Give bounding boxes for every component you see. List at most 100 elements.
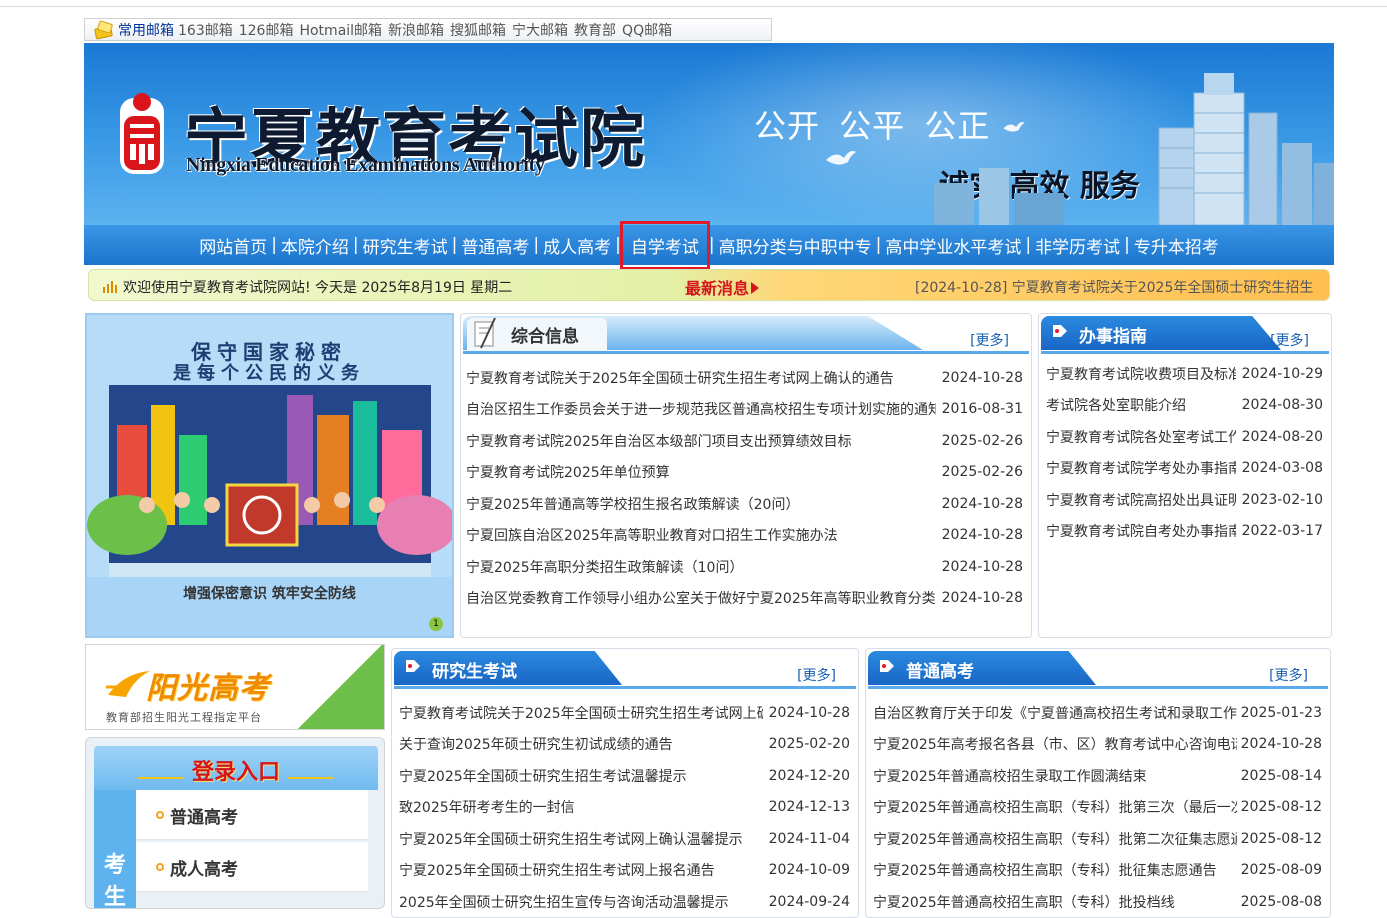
list-item[interactable]: 宁夏2025年高职分类招生政策解读（10问） 2024-10-28	[466, 551, 1027, 583]
slideshow-pager-dot[interactable]: 1	[429, 617, 443, 631]
list-item-title[interactable]: 自治区党委教育工作领导小组办公室关于做好宁夏2025年高等职业教育分类招生工作的…	[466, 588, 936, 608]
list-item-title[interactable]: 宁夏2025年全国硕士研究生招生考试网上报名通告	[399, 860, 715, 880]
list-item-title[interactable]: 宁夏2025年高考报名各县（市、区）教育考试中心咨询电话	[873, 734, 1237, 754]
list-item[interactable]: 自治区党委教育工作领导小组办公室关于做好宁夏2025年高等职业教育分类招生工作的…	[466, 583, 1027, 615]
list-item-title[interactable]: 宁夏2025年普通高校招生高职（专科）批第二次征集志愿通告	[873, 829, 1237, 849]
list-item[interactable]: 宁夏教育考试院收费项目及标准 2024-10-29	[1046, 358, 1327, 390]
login-item-adult[interactable]: 成人高考	[136, 842, 368, 892]
list-item-title[interactable]: 自治区招生工作委员会关于进一步规范我区普通高校招生专项计划实施的通知	[466, 399, 936, 419]
mail-link[interactable]: 教育部	[574, 23, 616, 39]
list-item[interactable]: 宁夏教育考试院自考处办事指南 2022-03-17	[1046, 516, 1327, 548]
list-item[interactable]: 宁夏教育考试院2025年自治区本级部门项目支出预算绩效目标 2025-02-26	[466, 425, 1027, 457]
list-item[interactable]: 2025年全国硕士研究生招生宣传与咨询活动温馨提示 2024-09-24	[399, 886, 854, 918]
list-item-date: 2024-10-28	[941, 590, 1023, 607]
list-item[interactable]: 宁夏教育考试院学考处办事指南 2024-03-08	[1046, 453, 1327, 485]
nav-item[interactable]: 自学考试	[619, 220, 710, 270]
general-info-more-link[interactable]: [更多]	[970, 330, 1009, 350]
secrecy-poster-image[interactable]: 保守国家秘密 是每个公民的义务	[87, 315, 452, 577]
list-item[interactable]: 宁夏2025年全国硕士研究生招生考试网上报名通告 2024-10-09	[399, 855, 854, 887]
nav-item[interactable]: 研究生考试	[361, 233, 450, 258]
mail-link[interactable]: 163邮箱	[178, 23, 233, 39]
list-item[interactable]: 宁夏2025年普通高校招生高职（专科）批投档线 2025-08-08	[873, 886, 1326, 918]
list-item[interactable]: 宁夏2025年普通高校招生录取工作圆满结束 2025-08-14	[873, 760, 1326, 792]
list-item[interactable]: 宁夏2025年普通高校招生高职（专科）批征集志愿通告 2025-08-09	[873, 855, 1326, 887]
list-item-title[interactable]: 宁夏教育考试院2025年自治区本级部门项目支出预算绩效目标	[466, 431, 852, 451]
list-item[interactable]: 宁夏2025年全国硕士研究生招生考试温馨提示 2024-12-20	[399, 760, 854, 792]
postgrad-more-link[interactable]: [更多]	[797, 665, 836, 685]
list-item[interactable]: 宁夏回族自治区2025年高等职业教育对口招生工作实施办法 2024-10-28	[466, 520, 1027, 552]
list-item[interactable]: 宁夏2025年全国硕士研究生招生考试网上确认温馨提示 2024-11-04	[399, 823, 854, 855]
list-item[interactable]: 自治区教育厅关于印发《宁夏普通高校招生考试和录取工作实施方案》的通知2025-0…	[873, 697, 1326, 729]
list-item-title[interactable]: 宁夏教育考试院关于2025年全国硕士研究生招生考试网上确认的通告	[466, 368, 894, 388]
list-item-date: 2024-10-09	[768, 862, 850, 879]
list-item[interactable]: 宁夏2025年普通高校招生高职（专科）批第二次征集志愿通告 2025-08-12	[873, 823, 1326, 855]
slideshow[interactable]: 保守国家秘密 是每个公民的义务 增强保密意识 筑牢安全防线 1	[85, 313, 454, 638]
slideshow-caption[interactable]: 增强保密意识 筑牢安全防线	[87, 583, 452, 603]
list-item-title[interactable]: 宁夏教育考试院收费项目及标准	[1046, 364, 1236, 384]
list-item[interactable]: 致2025年研考考生的一封信 2024-12-13	[399, 792, 854, 824]
list-item-title[interactable]: 宁夏2025年全国硕士研究生招生考试网上确认温馨提示	[399, 829, 743, 849]
list-item[interactable]: 宁夏2025年高考报名各县（市、区）教育考试中心咨询电话 2024-10-28	[873, 729, 1326, 761]
bullet-icon	[156, 811, 164, 819]
list-item[interactable]: 考试院各处室职能介绍 2024-08-30	[1046, 390, 1327, 422]
list-item-title[interactable]: 宁夏2025年普通高校招生高职（专科）批第三次（最后一次）征集志愿通告	[873, 797, 1237, 817]
list-item-title[interactable]: 宁夏回族自治区2025年高等职业教育对口招生工作实施办法	[466, 525, 838, 545]
list-item-title[interactable]: 自治区教育厅关于印发《宁夏普通高校招生考试和录取工作实施方案》的通知	[873, 703, 1237, 723]
list-item-title[interactable]: 宁夏教育考试院各处室考试工作联系电话	[1046, 427, 1236, 447]
nav-item[interactable]: 普通高考	[459, 233, 531, 258]
list-item[interactable]: 宁夏教育考试院关于2025年全国硕士研究生招生考试网上确认的通告 2024-10-…	[399, 697, 854, 729]
list-item-date: 2024-10-28	[941, 558, 1023, 575]
nav-item[interactable]: 专升本招考	[1132, 233, 1221, 258]
list-item[interactable]: 自治区招生工作委员会关于进一步规范我区普通高校招生专项计划实施的通知 2016-0…	[466, 394, 1027, 426]
list-item-title[interactable]: 宁夏2025年普通高校招生高职（专科）批征集志愿通告	[873, 860, 1217, 880]
list-item[interactable]: 关于查询2025年硕士研究生初试成绩的通告 2025-02-20	[399, 729, 854, 761]
nav-item[interactable]: 成人高考	[541, 233, 613, 258]
gaokao-more-link[interactable]: [更多]	[1269, 665, 1308, 685]
mail-link[interactable]: 126邮箱	[239, 23, 294, 39]
postgrad-list: 宁夏教育考试院关于2025年全国硕士研究生招生考试网上确认的通告 2024-10-…	[392, 697, 858, 918]
nav-item[interactable]: 非学历考试	[1033, 233, 1122, 258]
list-item-title[interactable]: 宁夏2025年普通高等学校招生报名政策解读（20问）	[466, 494, 799, 514]
gaokao-title: 普通高考	[906, 662, 974, 682]
list-item-title[interactable]: 宁夏教育考试院高招处出具证明	[1046, 490, 1236, 510]
list-item-date: 2024-09-24	[768, 893, 850, 910]
login-panel: 登录入口 考生 普通高考 成人高考	[85, 737, 385, 909]
mail-link[interactable]: Hotmail邮箱	[299, 23, 382, 39]
sunshine-gaokao-banner[interactable]: 阳光高考 教育部招生阳光工程指定平台	[85, 644, 385, 730]
list-item-title[interactable]: 宁夏教育考试院关于2025年全国硕士研究生招生考试网上确认的通告	[399, 703, 763, 723]
list-item-title[interactable]: 宁夏教育考试院自考处办事指南	[1046, 521, 1236, 541]
list-item-title[interactable]: 关于查询2025年硕士研究生初试成绩的通告	[399, 734, 673, 754]
list-item-title[interactable]: 考试院各处室职能介绍	[1046, 395, 1186, 415]
login-item-gaokao[interactable]: 普通高考	[136, 790, 368, 840]
city-skyline-illustration	[934, 73, 1334, 225]
list-item-title[interactable]: 宁夏2025年全国硕士研究生招生考试温馨提示	[399, 766, 687, 786]
mail-link[interactable]: 新浪邮箱	[388, 23, 444, 39]
mail-link[interactable]: 宁大邮箱	[512, 23, 568, 39]
guide-more-link[interactable]: [更多]	[1270, 330, 1309, 350]
list-item-date: 2024-12-13	[768, 799, 850, 816]
list-item-title[interactable]: 宁夏2025年高职分类招生政策解读（10问）	[466, 557, 743, 577]
mail-icon	[93, 19, 115, 40]
nav-separator: |	[1124, 235, 1130, 255]
mail-link[interactable]: QQ邮箱	[622, 23, 672, 39]
nav-item[interactable]: 高中学业水平考试	[883, 233, 1023, 258]
nav-item[interactable]: 网站首页	[197, 233, 269, 258]
news-ticker[interactable]: [2024-10-28] 宁夏教育考试院关于2025年全国硕士研究生招生	[915, 277, 1313, 297]
nav-item[interactable]: 本院介绍	[279, 233, 351, 258]
header-banner: 宁夏教育考试院 Ningxia Education Examinations A…	[84, 43, 1334, 225]
list-item-title[interactable]: 宁夏教育考试院学考处办事指南	[1046, 458, 1236, 478]
mail-link[interactable]: 搜狐邮箱	[450, 23, 506, 39]
mail-links: 163邮箱 126邮箱 Hotmail邮箱 新浪邮箱 搜狐邮箱 宁大邮箱 教育部 QQ邮箱	[178, 20, 678, 40]
list-item-title[interactable]: 致2025年研考考生的一封信	[399, 797, 575, 817]
list-item[interactable]: 宁夏教育考试院关于2025年全国硕士研究生招生考试网上确认的通告 2024-10-…	[466, 362, 1027, 394]
list-item[interactable]: 宁夏教育考试院各处室考试工作联系电话 2024-08-20	[1046, 421, 1327, 453]
list-item[interactable]: 宁夏2025年普通高校招生高职（专科）批第三次（最后一次）征集志愿通告2025-…	[873, 792, 1326, 824]
list-item[interactable]: 宁夏教育考试院2025年单位预算 2025-02-26	[466, 457, 1027, 489]
list-item[interactable]: 宁夏2025年普通高等学校招生报名政策解读（20问） 2024-10-28	[466, 488, 1027, 520]
list-item[interactable]: 宁夏教育考试院高招处出具证明 2023-02-10	[1046, 484, 1327, 516]
nav-item[interactable]: 高职分类与中职中专	[717, 233, 874, 258]
list-item-title[interactable]: 宁夏2025年普通高校招生录取工作圆满结束	[873, 766, 1147, 786]
logo-emblem-icon	[120, 93, 164, 174]
login-item-label: 普通高考	[170, 808, 238, 828]
list-item-title[interactable]: 宁夏教育考试院2025年单位预算	[466, 462, 670, 482]
